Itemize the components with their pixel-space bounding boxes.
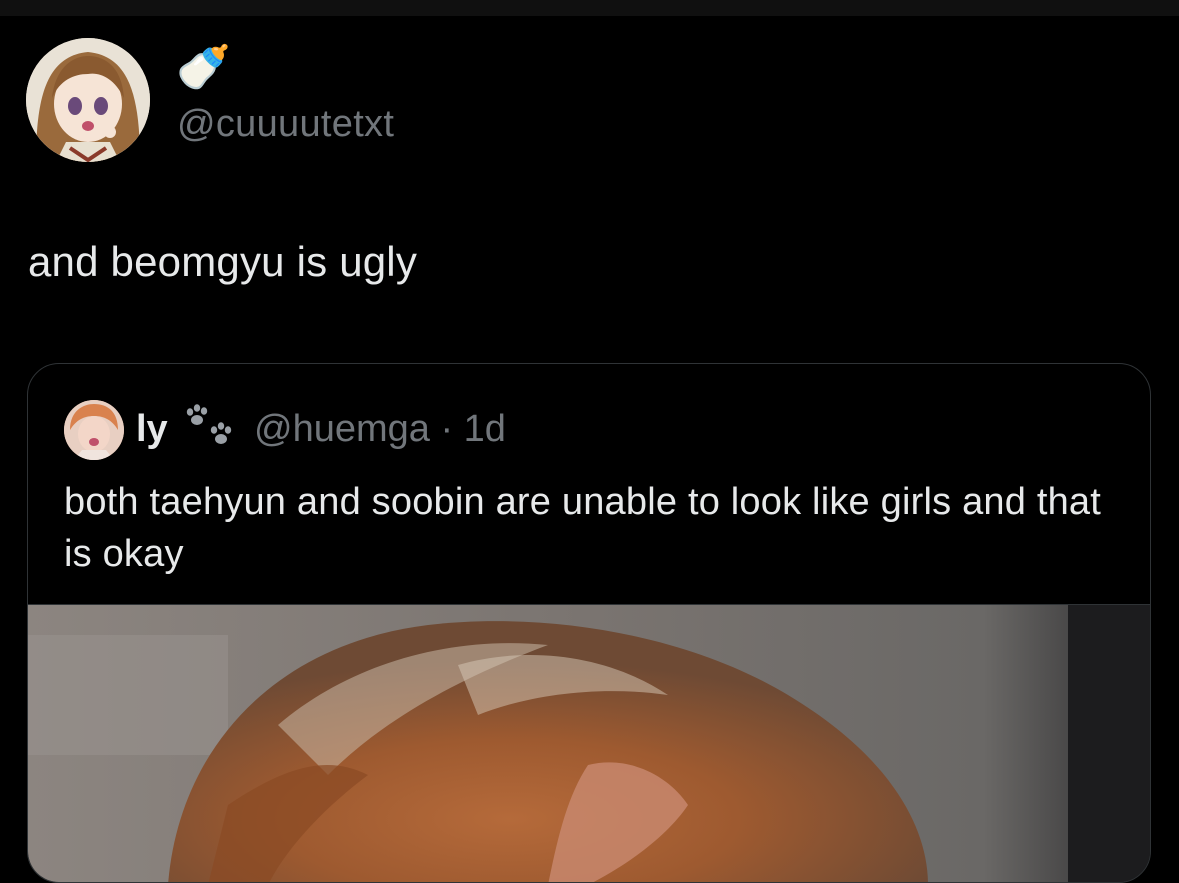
quoted-tweet-image[interactable] (28, 604, 1150, 882)
quoted-tweet-card[interactable]: ly @huemga · 1d both taehyun and soobin … (27, 363, 1151, 883)
author-handle[interactable]: @cuuuutetxt (177, 103, 394, 146)
quoted-author-avatar[interactable] (64, 400, 124, 460)
paw-prints-icon (176, 402, 238, 454)
anime-doll-avatar-image (26, 38, 150, 162)
quoted-avatar-image (64, 400, 124, 460)
tweet-text: and beomgyu is ugly (28, 238, 418, 285)
quoted-handle-timestamp[interactable]: @huemga · 1d (254, 408, 506, 451)
status-bar-strip (0, 0, 1179, 16)
author-display-name: 🍼 (176, 43, 231, 92)
quoted-tweet-text: both taehyun and soobin are unable to lo… (64, 481, 1102, 575)
quoted-author-name: ly (136, 408, 168, 450)
author-avatar[interactable] (26, 38, 150, 162)
photo-of-person-with-brown-hair (28, 605, 1150, 882)
